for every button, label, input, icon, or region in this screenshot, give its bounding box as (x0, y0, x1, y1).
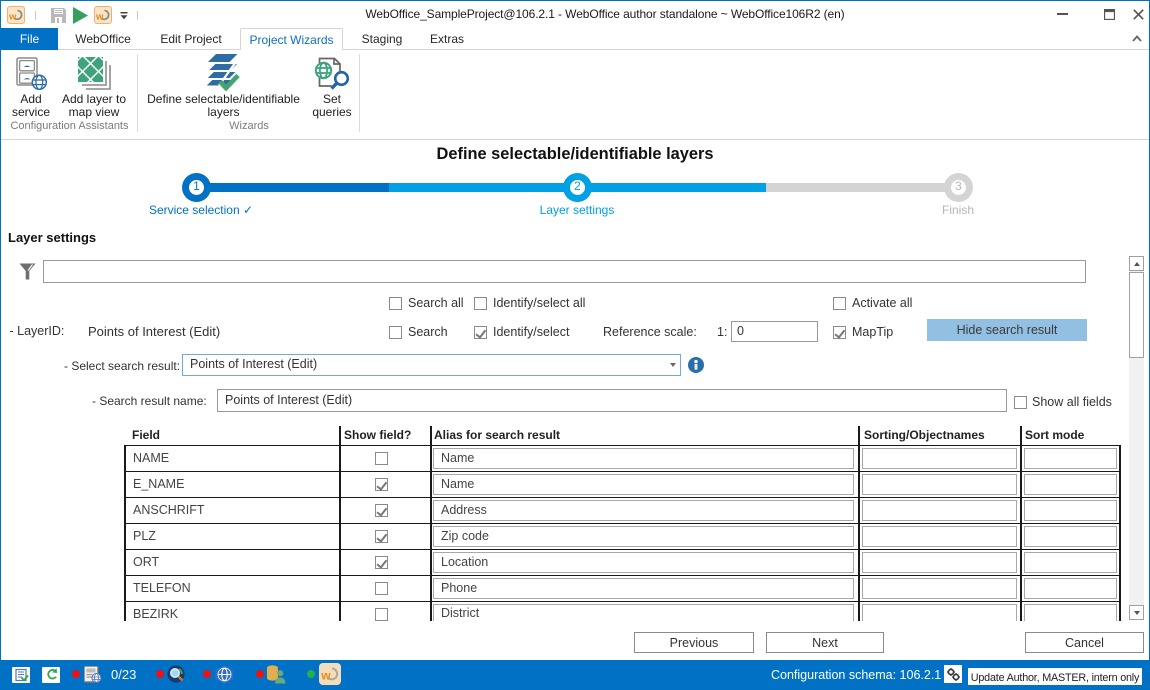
svg-text:w: w (95, 12, 104, 23)
svg-text:w: w (320, 669, 331, 683)
svg-text:w: w (8, 12, 17, 23)
